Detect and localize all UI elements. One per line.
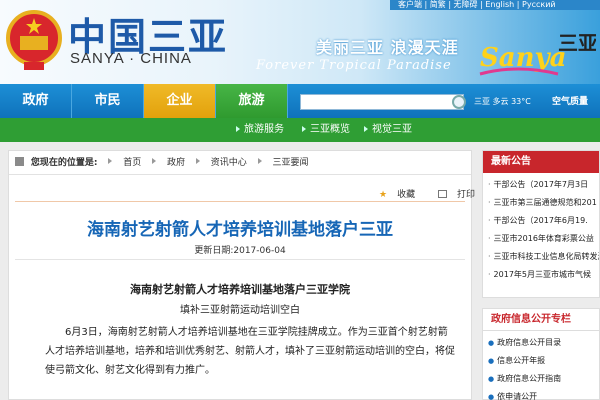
article-subtitle: 海南射艺射箭人才培养培训基地落户三亚学院 [130, 283, 350, 296]
print-button[interactable]: 打印 [437, 190, 485, 200]
air-quality-link[interactable]: 空气质量 [552, 92, 588, 112]
subnav-overview[interactable]: 三亚概览 [302, 118, 350, 142]
sidebar: 最新公告 干部公告（2017年7月3日 三亚市第三届通德规范和201 干部公告（… [482, 150, 600, 400]
nav-citizen[interactable]: 市民 [72, 84, 144, 118]
weather-info: 三亚 多云 33°C [474, 97, 531, 106]
gov-info-item[interactable]: 依申请公开 [488, 388, 599, 400]
article-date: 更新日期:2017-06-04 [194, 246, 286, 256]
chevron-right-icon [195, 158, 200, 164]
notice-item[interactable]: 2017年5月三亚市城市气候 [488, 266, 599, 284]
gov-info-item[interactable]: 政府信息公开目录 [488, 334, 599, 352]
chevron-right-icon [152, 158, 157, 164]
gov-info-item[interactable]: 信息公开年报 [488, 352, 599, 370]
notice-item[interactable]: 干部公告（2017年6月19. [488, 212, 599, 230]
gov-info-list: 政府信息公开目录 信息公开年报 政府信息公开指南 依申请公开 [483, 331, 599, 400]
breadcrumb: 您现在的位置是: 首页 政府 资讯中心 三亚要闻 [9, 151, 471, 175]
nav-government[interactable]: 政府 [0, 84, 72, 118]
divider [15, 259, 465, 260]
subnav-tour-service[interactable]: 旅游服务 [236, 118, 284, 142]
breadcrumb-sanya-news[interactable]: 三亚要闻 [273, 158, 309, 168]
notice-list: 干部公告（2017年7月3日 三亚市第三届通德规范和201 干部公告（2017年… [483, 173, 599, 284]
print-icon [437, 190, 447, 198]
slogan-cn: 美丽三亚 浪漫天涯 [316, 38, 459, 57]
nav-business[interactable]: 企业 [144, 84, 216, 118]
notice-item[interactable]: 三亚市2016年体育彩票公益 [488, 230, 599, 248]
gov-info-title: 政府信息公开专栏 [483, 309, 599, 331]
top-links[interactable]: 客户端 | 简繁 | 无障碍 | English | Русский [390, 0, 600, 10]
article-subtitle-2: 填补三亚射箭运动培训空白 [180, 305, 300, 316]
chevron-right-icon [108, 158, 113, 164]
gov-info-box: 政府信息公开专栏 政府信息公开目录 信息公开年报 政府信息公开指南 依申请公开 [482, 308, 600, 400]
slogan-en: Forever Tropical Paradise [256, 58, 452, 73]
divider [15, 201, 465, 202]
breadcrumb-home[interactable]: 首页 [123, 158, 141, 168]
chevron-right-icon [257, 158, 262, 164]
main-nav: 政府 市民 企业 旅游 三亚 多云 33°C 空气质量 [0, 84, 600, 118]
print-label: 打印 [456, 190, 475, 200]
article-title: 海南射艺射箭人才培养培训基地落户三亚 [87, 220, 393, 240]
notice-item[interactable]: 三亚市科技工业信息化局转发海 [488, 248, 599, 266]
star-icon: ★ [379, 190, 388, 200]
sanya-brand-logo: Sanya 三亚 [479, 31, 596, 76]
favorite-label: 收藏 [397, 190, 416, 200]
notice-item[interactable]: 三亚市第三届通德规范和201 [488, 194, 599, 212]
logo-en: SANYA · CHINA [70, 50, 192, 67]
brand-cn: 三亚 [558, 31, 596, 55]
breadcrumb-label: 您现在的位置是: [30, 158, 98, 168]
nav-tourism[interactable]: 旅游 [216, 84, 288, 118]
breadcrumb-government[interactable]: 政府 [167, 158, 185, 168]
search-icon[interactable] [452, 95, 466, 109]
sub-nav: 旅游服务 三亚概览 视觉三亚 [0, 118, 600, 142]
breadcrumb-news-center[interactable]: 资讯中心 [211, 158, 247, 168]
location-icon [15, 157, 24, 166]
latest-notice-title: 最新公告 [483, 151, 599, 173]
latest-notice-box: 最新公告 干部公告（2017年7月3日 三亚市第三届通德规范和201 干部公告（… [482, 150, 600, 298]
notice-item[interactable]: 干部公告（2017年7月3日 [488, 176, 599, 194]
national-emblem-icon [6, 10, 62, 70]
subnav-visual[interactable]: 视觉三亚 [364, 118, 412, 142]
search-input[interactable] [300, 94, 464, 110]
article-tools: ★ 收藏 打印 [379, 187, 495, 200]
article-panel: 您现在的位置是: 首页 政府 资讯中心 三亚要闻 ★ 收藏 打印 海南射艺射箭人才… [8, 150, 475, 400]
favorite-button[interactable]: ★ 收藏 [379, 190, 425, 200]
article-body: 6月3日，海南射艺射箭人才培养培训基地在三亚学院挂牌成立。作为三亚首个射艺射箭人… [45, 327, 455, 376]
gov-info-item[interactable]: 政府信息公开指南 [488, 370, 599, 388]
site-header: 客户端 | 简繁 | 无障碍 | English | Русский 中国三亚 … [0, 0, 600, 84]
